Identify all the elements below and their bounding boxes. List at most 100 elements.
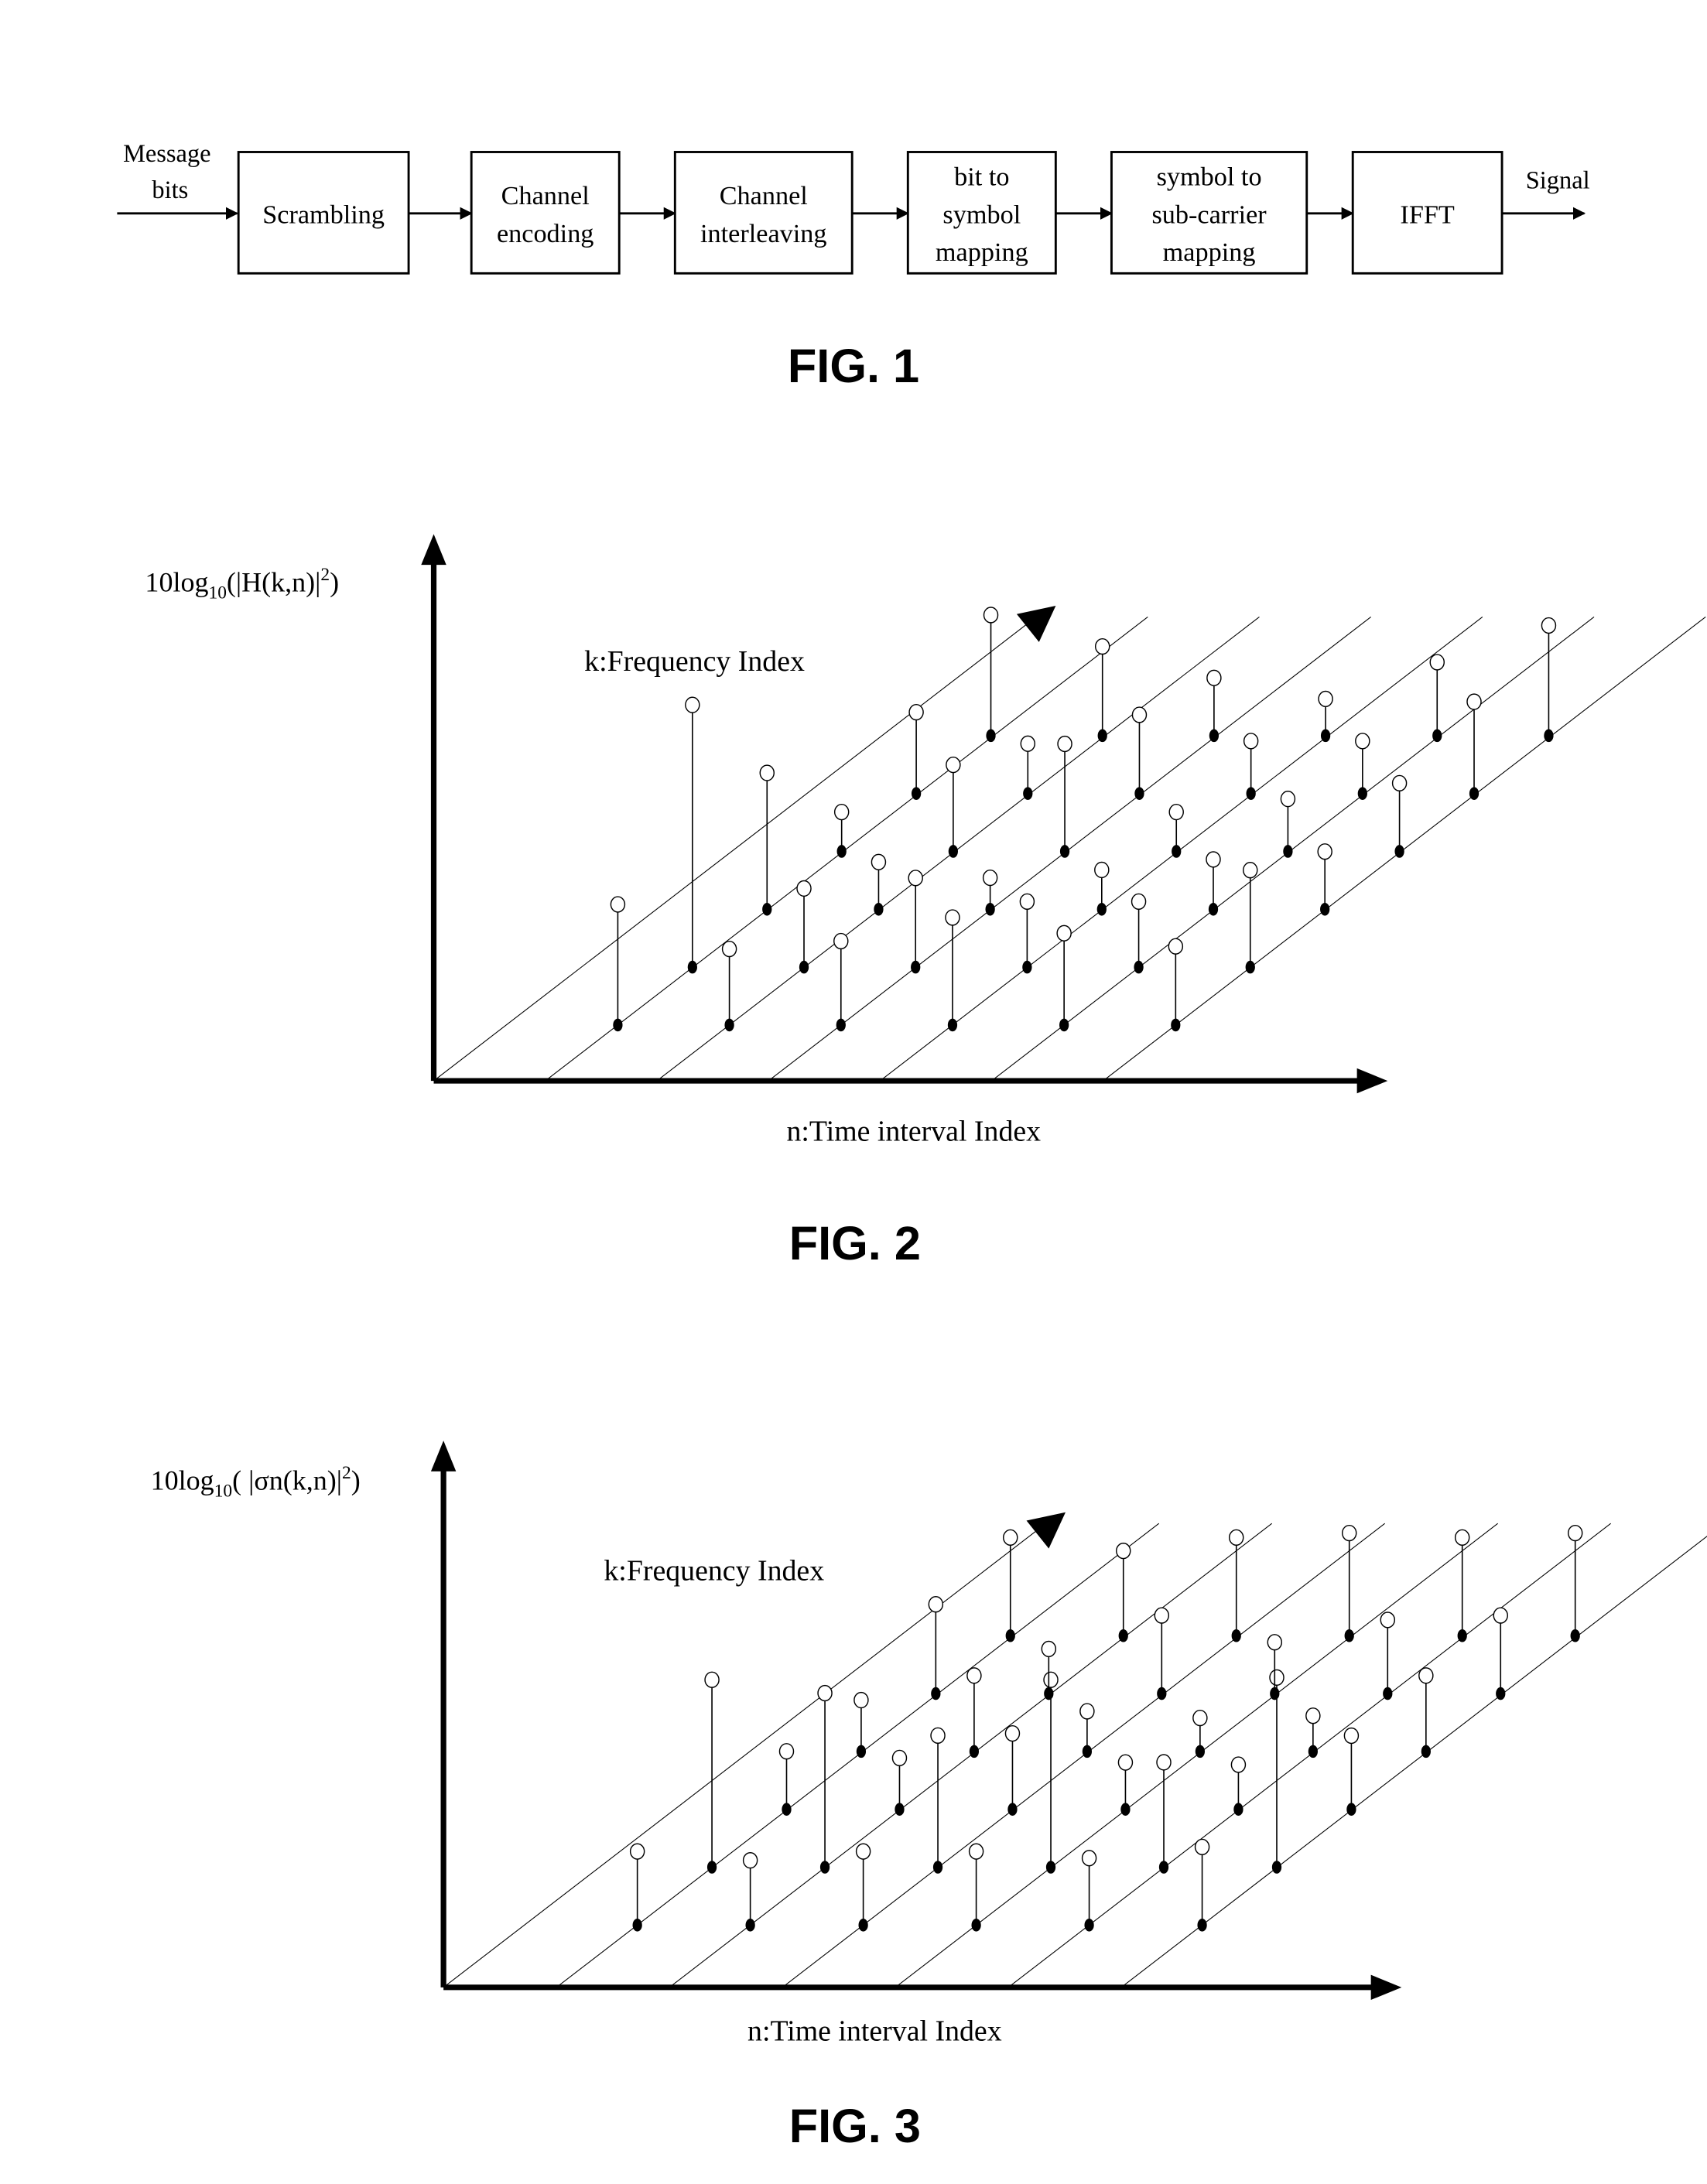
- stem-base-point: [1059, 1018, 1069, 1032]
- stem-value-marker: [1206, 669, 1222, 686]
- stem-base-point: [1005, 1629, 1015, 1642]
- stem-base-point: [874, 902, 884, 916]
- stem-k5-n5: [1541, 617, 1557, 743]
- stem-value-marker: [1267, 1634, 1283, 1651]
- stem-base-point: [969, 1745, 980, 1758]
- stem-value-marker: [908, 870, 923, 887]
- stem-base-point: [1059, 845, 1070, 858]
- stem-value-marker: [1243, 733, 1259, 750]
- x-axis-arrowhead: [1370, 1974, 1402, 2001]
- stem-base-point: [1432, 729, 1442, 743]
- fig2-stem-layer: [421, 534, 1706, 1094]
- stem-k4-n3: [1243, 733, 1259, 800]
- stem-k1-n5: [1243, 862, 1258, 974]
- stem-value-marker: [982, 869, 998, 887]
- stem-value-marker: [1003, 1529, 1018, 1546]
- stem-base-point: [948, 845, 958, 858]
- stem-k0-n3: [945, 909, 960, 1032]
- block-rect: [673, 151, 854, 275]
- stem-base-point: [799, 960, 809, 974]
- block-scrambling: Scrambling: [237, 151, 410, 275]
- block-label: IFFT: [1400, 200, 1454, 229]
- stem-base-point: [836, 1018, 846, 1032]
- stem-base-point: [1383, 1687, 1393, 1700]
- stem-value-marker: [685, 696, 700, 713]
- stem-base-point: [1271, 1861, 1282, 1874]
- block-label-line: IFFT: [1400, 200, 1454, 229]
- stem-k5-n2: [1206, 669, 1222, 743]
- stem-k4-n2: [1131, 706, 1148, 800]
- stem-k5-n3: [1341, 1524, 1357, 1642]
- stem-k0-n1: [721, 940, 737, 1032]
- block-label-line: mapping: [1163, 238, 1256, 267]
- stem-k1-n1: [796, 880, 812, 974]
- block-symbol-to-subcarrier-mapping: symbol to sub-carrier mapping: [1110, 151, 1308, 275]
- stem-value-marker: [1131, 706, 1148, 723]
- stem-base-point: [1270, 1687, 1280, 1700]
- stem-k5-n0: [983, 607, 999, 743]
- stem-k0-n0: [629, 1843, 645, 1932]
- stem-value-marker: [742, 1852, 758, 1869]
- stem-value-marker: [1230, 1756, 1247, 1773]
- n-grid-line: [879, 617, 1483, 1082]
- stem-base-point: [1421, 1745, 1431, 1758]
- stem-value-marker: [1305, 1707, 1321, 1724]
- stem-base-point: [971, 1919, 981, 1932]
- output-label: Signal: [1526, 166, 1590, 194]
- stem-value-marker: [1094, 861, 1110, 879]
- stem-base-point: [782, 1803, 792, 1816]
- stem-value-marker: [930, 1727, 946, 1744]
- block-label: Scrambling: [262, 200, 385, 229]
- stem-value-marker: [946, 756, 961, 774]
- stem-value-marker: [817, 1684, 833, 1702]
- stem-k1-n4: [1156, 1754, 1172, 1874]
- stem-k2-n0: [778, 1743, 795, 1816]
- stem-value-marker: [1380, 1612, 1396, 1629]
- stem-k0-n1: [742, 1852, 758, 1932]
- stem-value-marker: [1116, 1543, 1131, 1560]
- stem-k1-n2: [930, 1727, 946, 1874]
- fig2-caption: FIG. 2: [789, 1217, 921, 1270]
- stem-value-marker: [1280, 791, 1296, 808]
- block-channel-interleaving: Channel interleaving: [673, 151, 854, 275]
- n-grid-line: [768, 617, 1371, 1082]
- stem-value-marker: [1429, 654, 1445, 671]
- stem-k1-n0: [685, 696, 700, 974]
- stem-base-point: [1469, 787, 1480, 800]
- y-axis-arrowhead: [421, 534, 446, 566]
- stem-k3-n1: [966, 1667, 982, 1758]
- block-bit-to-symbol-mapping: bit to symbol mapping: [906, 151, 1057, 275]
- block-label-line: mapping: [936, 238, 1028, 267]
- stem-base-point: [931, 1687, 941, 1700]
- stem-k3-n3: [1168, 803, 1184, 858]
- ylabel-sup: 2: [320, 565, 330, 585]
- stem-base-point: [1097, 729, 1107, 743]
- fig2-k-axis-label: k:Frequency Index: [584, 645, 805, 678]
- stem-k4-n2: [1154, 1607, 1170, 1700]
- fig1-caption: FIG. 1: [788, 340, 919, 392]
- stem-value-marker: [928, 1596, 944, 1613]
- stem-value-marker: [1192, 1709, 1208, 1727]
- stem-base-point: [985, 902, 995, 916]
- ylabel-part: 10log: [145, 566, 208, 597]
- stem-value-marker: [908, 703, 924, 721]
- fig3-stem-layer: [430, 1441, 1707, 2001]
- block-label-line: symbol: [942, 200, 1021, 229]
- stem-value-marker: [1043, 1671, 1059, 1688]
- stem-value-marker: [1020, 735, 1036, 752]
- stem-base-point: [1007, 1803, 1018, 1816]
- stem-base-point: [858, 1919, 868, 1932]
- block-label-line: Channel: [720, 181, 808, 210]
- stem-k5-n1: [1116, 1543, 1131, 1642]
- fig3-noise-variance-plot: 10log10( |σn(k,n)|2) k:Frequency Index n…: [151, 1441, 1707, 2152]
- stem-value-marker: [1318, 690, 1333, 708]
- stem-value-marker: [855, 1843, 871, 1860]
- stem-base-point: [1158, 1861, 1169, 1874]
- stem-value-marker: [610, 896, 626, 913]
- stem-value-marker: [1567, 1524, 1583, 1542]
- stem-value-marker: [1493, 1607, 1508, 1624]
- stem-base-point: [1082, 1745, 1093, 1758]
- stem-k2-n3: [1094, 861, 1110, 916]
- stem-base-point: [1570, 1629, 1580, 1642]
- stem-base-point: [1344, 1629, 1354, 1642]
